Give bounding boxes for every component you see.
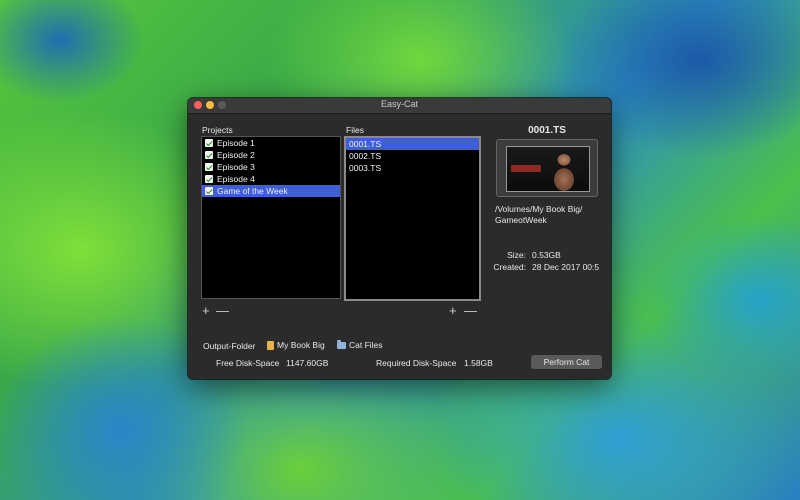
easy-cat-window: Easy-Cat Projects Episode 1 Episode 2 Ep… [188,98,611,379]
projects-list[interactable]: Episode 1 Episode 2 Episode 3 Episode 4 … [201,136,341,299]
file-item[interactable]: 0002.TS [346,150,479,162]
checkbox-checked-icon[interactable] [205,187,213,195]
perform-cat-button[interactable]: Perform Cat [531,355,602,369]
checkbox-checked-icon[interactable] [205,163,213,171]
size-value: 0.53GB [532,250,561,260]
created-value: 28 Dec 2017 00:5 [532,262,600,272]
required-disk-space-label: Required Disk-Space [376,358,457,368]
files-list[interactable]: 0001.TS 0002.TS 0003.TS [344,136,481,301]
add-project-button[interactable]: + [202,304,210,317]
file-item-selected[interactable]: 0001.TS [346,138,479,150]
project-item[interactable]: Episode 1 [202,137,340,149]
folder-icon [337,340,346,349]
window-title: Easy-Cat [380,99,418,109]
checkbox-checked-icon[interactable] [205,175,213,183]
size-label: Size: [507,250,526,260]
desktop: { "window": { "title": "Easy-Cat" }, "pr… [0,0,800,500]
output-folder[interactable]: Cat Files [337,340,383,350]
preview-filename: 0001.TS [528,125,566,136]
free-disk-space-value: 1147.60GB [286,358,329,368]
output-drive-name: My Book Big [277,340,325,350]
free-disk-space-label: Free Disk-Space [216,358,280,368]
preview-frame [496,139,598,197]
projects-label: Projects [202,125,233,135]
title-bar[interactable]: Easy-Cat [188,98,611,114]
project-item-label: Episode 3 [217,162,255,172]
project-item-label: Episode 1 [217,138,255,148]
thumbnail-figure [551,153,577,191]
thumbnail-banner [511,165,541,172]
output-folder-name: Cat Files [349,340,383,350]
project-item-label: Episode 2 [217,150,255,160]
output-folder-label: Output-Folder [203,341,256,351]
remove-file-button[interactable]: — [464,304,477,317]
project-item-label: Game of the Week [217,186,288,196]
output-drive[interactable]: My Book Big [267,340,325,350]
file-path-line1: /Volumes/My Book Big/ [495,204,583,214]
external-drive-icon [267,341,274,350]
project-item[interactable]: Episode 4 [202,173,340,185]
created-label: Created: [493,262,526,272]
project-item-selected[interactable]: Game of the Week [202,185,340,197]
project-item[interactable]: Episode 2 [202,149,340,161]
project-item-label: Episode 4 [217,174,255,184]
checkbox-checked-icon[interactable] [205,139,213,147]
file-item[interactable]: 0003.TS [346,162,479,174]
checkbox-checked-icon[interactable] [205,151,213,159]
add-file-button[interactable]: + [449,304,457,317]
files-label: Files [346,125,364,135]
video-thumbnail [506,146,590,192]
project-item[interactable]: Episode 3 [202,161,340,173]
file-path-line2: GameotWeek [495,215,547,225]
required-disk-space-value: 1.58GB [464,358,493,368]
remove-project-button[interactable]: — [216,304,229,317]
